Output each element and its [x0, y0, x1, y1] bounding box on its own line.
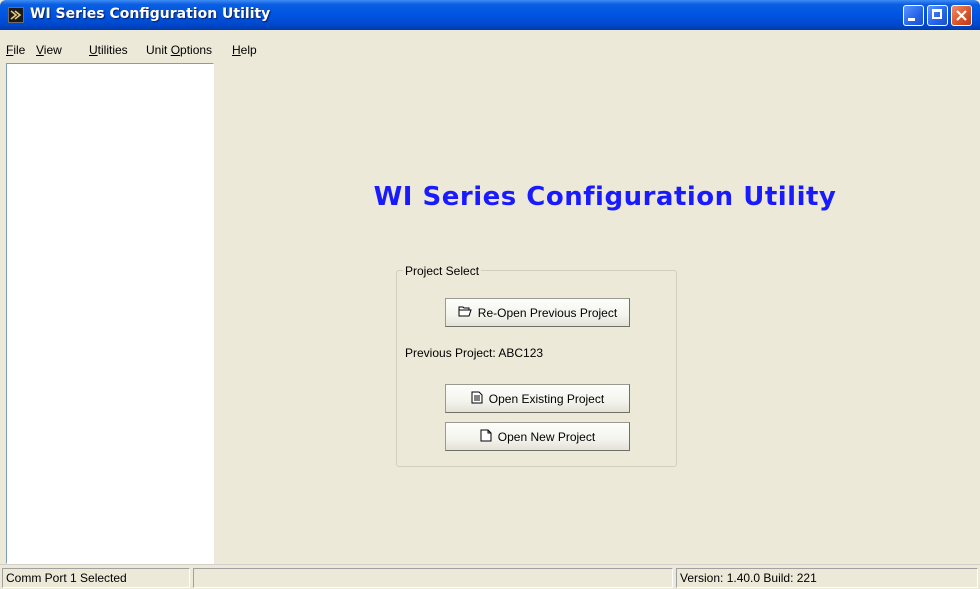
document-icon	[471, 391, 483, 407]
reopen-previous-project-button[interactable]: Re-Open Previous Project	[445, 298, 630, 327]
menu-view[interactable]: View	[36, 43, 62, 57]
project-select-group: Project Select Re-Open Previous Project …	[396, 264, 677, 467]
open-existing-project-button[interactable]: Open Existing Project	[445, 384, 630, 413]
reopen-previous-project-label: Re-Open Previous Project	[477, 305, 618, 320]
status-middle	[193, 568, 673, 588]
status-comm-port: Comm Port 1 Selected	[2, 568, 190, 588]
project-tree-panel[interactable]	[6, 63, 214, 564]
menu-file[interactable]: File	[6, 43, 25, 57]
status-version: Version: 1.40.0 Build: 221	[676, 568, 978, 588]
menu-help[interactable]: Help	[232, 43, 257, 57]
minimize-button[interactable]	[903, 5, 924, 26]
menu-utilities[interactable]: Utilities	[89, 43, 128, 57]
open-folder-icon	[458, 305, 472, 320]
app-icon[interactable]	[8, 7, 24, 23]
open-existing-project-label: Open Existing Project	[488, 391, 605, 406]
open-new-project-button[interactable]: Open New Project	[445, 422, 630, 451]
close-icon	[956, 10, 967, 21]
app-window: WI Series Configuration Utility File Vie…	[0, 0, 980, 589]
main-title: WI Series Configuration Utility	[373, 182, 837, 212]
previous-project-label: Previous Project: ABC123	[405, 346, 544, 360]
main-area: WI Series Configuration Utility Project …	[220, 63, 980, 564]
open-new-project-label: Open New Project	[497, 429, 596, 444]
menu-bar: File View Utilities Unit Options Help	[0, 30, 980, 60]
minimize-icon	[908, 18, 915, 21]
window-title: WI Series Configuration Utility	[30, 6, 271, 22]
project-select-legend: Project Select	[403, 264, 482, 278]
title-bar[interactable]: WI Series Configuration Utility	[0, 0, 980, 30]
menu-unit-options[interactable]: Unit Options	[146, 43, 212, 57]
new-document-icon	[480, 429, 492, 445]
status-bar: Comm Port 1 Selected Version: 1.40.0 Bui…	[0, 564, 980, 589]
maximize-icon	[932, 9, 942, 19]
close-button[interactable]	[951, 5, 972, 26]
maximize-button[interactable]	[927, 5, 948, 26]
